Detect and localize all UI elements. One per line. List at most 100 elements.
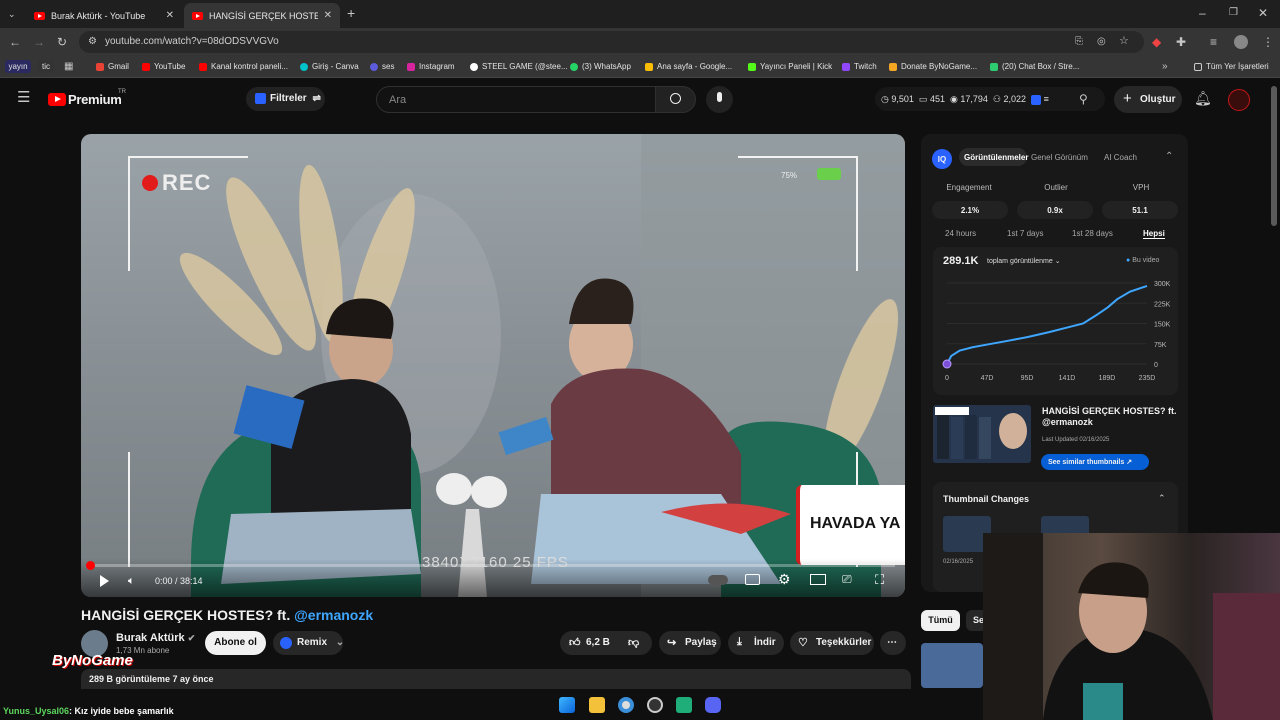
- close-window-icon[interactable]: ✕: [1258, 7, 1268, 19]
- bookmark-instagram[interactable]: Instagram: [407, 62, 455, 71]
- settings-icon[interactable]: ⚙: [778, 571, 791, 588]
- range-28d[interactable]: 1st 28 days: [1072, 229, 1113, 238]
- view-count-row[interactable]: 289 B görüntüleme 7 ay önce: [81, 669, 911, 689]
- bookmark-youtube[interactable]: YouTube: [142, 62, 185, 71]
- forward-icon[interactable]: →: [33, 36, 45, 48]
- chart-canvas: 300K 225K 150K 75K 0 0 47D 95D 141D 189D 235D: [942, 281, 1171, 382]
- download-button[interactable]: ⤓ İndir: [728, 631, 784, 655]
- sliders-icon: ⇌: [312, 93, 321, 104]
- search-button[interactable]: [655, 86, 696, 113]
- bookmark-studio[interactable]: Kanal kontrol paneli...: [199, 62, 288, 71]
- canva-icon: [300, 62, 308, 71]
- share-button[interactable]: ↪ Paylaş: [659, 631, 721, 655]
- puzzle-icon[interactable]: ✚: [1176, 36, 1186, 48]
- progress-bar[interactable]: [91, 564, 895, 567]
- more-actions-button[interactable]: ⋯: [880, 631, 906, 655]
- apps-grid-icon[interactable]: ▦: [64, 61, 73, 73]
- account-avatar[interactable]: [1228, 89, 1250, 111]
- tab-views[interactable]: Görüntülenmeler: [964, 153, 1028, 162]
- url-field[interactable]: ⚙ youtube.com/watch?v=08dODSVVGVo ⎘ ◎ ☆: [79, 31, 1144, 53]
- video-icon: ▭: [918, 94, 928, 104]
- minimize-icon[interactable]: –: [1199, 7, 1206, 19]
- volume-icon[interactable]: 🔈︎: [128, 575, 135, 588]
- youtube-logo-icon[interactable]: [48, 93, 66, 106]
- bookmark-chip[interactable]: tic: [38, 60, 54, 73]
- bookmark-chip[interactable]: yayın: [5, 60, 31, 73]
- create-button[interactable]: + Oluştur: [1114, 86, 1182, 113]
- bookmark-chatbox[interactable]: (20) Chat Box / Stre...: [990, 62, 1079, 71]
- bell-icon[interactable]: 🔔︎: [1194, 91, 1212, 105]
- tab-video[interactable]: HANGİSİ GERÇEK HOSTES? ft. @ ✕: [184, 3, 340, 28]
- bookmark-whatsapp[interactable]: (3) WhatsApp: [570, 62, 631, 71]
- bookmark-label: Tüm Yer İşaretleri: [1206, 62, 1269, 71]
- close-icon[interactable]: ✕: [166, 10, 174, 21]
- remix-button[interactable]: Remix ⌄: [273, 631, 344, 655]
- filters-button[interactable]: Filtreler ⇌: [246, 87, 325, 111]
- bookmark-donate[interactable]: Donate ByNoGame...: [889, 62, 977, 71]
- thanks-button[interactable]: ♡ Teşekkürler: [790, 631, 874, 655]
- all-bookmarks[interactable]: Tüm Yer İşaretleri: [1194, 62, 1269, 71]
- channel-stats-bar[interactable]: ◷ 9,501 ▭ 451 ◉ 17,794 ⚇ 2,022 ≡: [875, 87, 1105, 111]
- page-scrollbar[interactable]: [1271, 86, 1277, 226]
- reload-icon[interactable]: ↻: [57, 36, 67, 48]
- new-tab-icon[interactable]: +: [347, 6, 355, 20]
- search-input[interactable]: Ara: [376, 86, 656, 113]
- bookmark-ses[interactable]: ses: [370, 62, 394, 71]
- bookmark-kick[interactable]: Yayıncı Paneli | Kick: [748, 62, 832, 71]
- tab-ai-coach[interactable]: AI Coach: [1104, 153, 1137, 162]
- range-7d[interactable]: 1st 7 days: [1007, 229, 1043, 238]
- hamburger-menu-icon[interactable]: ☰: [17, 90, 30, 105]
- close-icon[interactable]: ✕: [324, 10, 332, 21]
- range-24h[interactable]: 24 hours: [945, 229, 976, 238]
- premium-logo-text[interactable]: Premium: [68, 92, 122, 107]
- thumbs-down-icon[interactable]: 👎︎: [628, 636, 639, 649]
- see-similar-button[interactable]: See similar thumbnails ↗: [1041, 454, 1149, 470]
- reading-list-icon[interactable]: ≡: [1210, 36, 1217, 48]
- play-icon[interactable]: [100, 575, 109, 587]
- eye-off-icon[interactable]: ◎: [1097, 36, 1106, 48]
- cast-icon[interactable]: ⎚: [842, 572, 852, 587]
- range-all[interactable]: Hepsi: [1143, 229, 1165, 239]
- more-bookmarks-icon[interactable]: »: [1162, 61, 1168, 73]
- mention-link[interactable]: @ermanozk: [294, 607, 373, 623]
- chevron-up-icon[interactable]: ⌃: [1158, 493, 1166, 504]
- fullscreen-icon[interactable]: ⛶: [875, 572, 884, 588]
- like-button[interactable]: 👍︎ 6,2 B 👎︎: [560, 631, 652, 655]
- chip-all[interactable]: Tümü: [921, 610, 960, 631]
- progress-scrubber[interactable]: [86, 561, 95, 570]
- subscribe-button[interactable]: Abone ol: [205, 631, 266, 655]
- maximize-icon[interactable]: ❐: [1229, 7, 1238, 19]
- windows-start-icon[interactable]: [559, 697, 575, 713]
- star-icon[interactable]: ☆: [1119, 35, 1129, 47]
- channel-name[interactable]: Burak Aktürk ✔: [116, 632, 195, 644]
- autoplay-toggle[interactable]: [708, 575, 728, 585]
- bookmark-twitch[interactable]: Twitch: [842, 62, 877, 71]
- site-info-icon[interactable]: ⚙: [88, 36, 97, 48]
- tab-list-icon[interactable]: ⌄: [8, 8, 16, 20]
- profile-avatar[interactable]: [1234, 35, 1248, 49]
- file-explorer-icon[interactable]: [589, 697, 605, 713]
- install-icon[interactable]: ⎘: [1075, 36, 1083, 48]
- metric-label: Outlier: [1044, 183, 1068, 192]
- chevron-up-icon[interactable]: ⌃: [1165, 151, 1173, 162]
- menu-icon[interactable]: ⋮: [1262, 36, 1274, 48]
- voice-search-button[interactable]: [706, 86, 733, 113]
- bookmark-gmail[interactable]: Gmail: [96, 62, 129, 71]
- cast-icon[interactable]: ⚲: [1079, 93, 1088, 105]
- obs-icon[interactable]: [647, 697, 663, 713]
- bookmark-drive[interactable]: Ana sayfa - Google...: [645, 62, 732, 71]
- recommended-thumbnail[interactable]: [921, 643, 983, 688]
- subtitles-icon[interactable]: [745, 574, 760, 585]
- bookmark-canva[interactable]: Giriş - Canva: [300, 62, 359, 71]
- video-player[interactable]: REC 75% 3840X2160 25 FPS HAVADA YA 🔈︎ 0:…: [81, 134, 905, 597]
- app-icon[interactable]: [676, 697, 692, 713]
- x-icon: [470, 62, 478, 71]
- discord-icon[interactable]: [705, 697, 721, 713]
- extension-icon[interactable]: ◆: [1152, 36, 1161, 48]
- chrome-icon[interactable]: [618, 697, 634, 713]
- bookmark-steel[interactable]: STEEL GAME (@stee...: [470, 62, 568, 71]
- back-icon[interactable]: ←: [9, 36, 21, 48]
- tab-overview[interactable]: Genel Görünüm: [1031, 153, 1088, 162]
- theater-mode-icon[interactable]: [810, 574, 826, 585]
- tab-channel[interactable]: Burak Aktürk - YouTube ✕: [26, 3, 182, 28]
